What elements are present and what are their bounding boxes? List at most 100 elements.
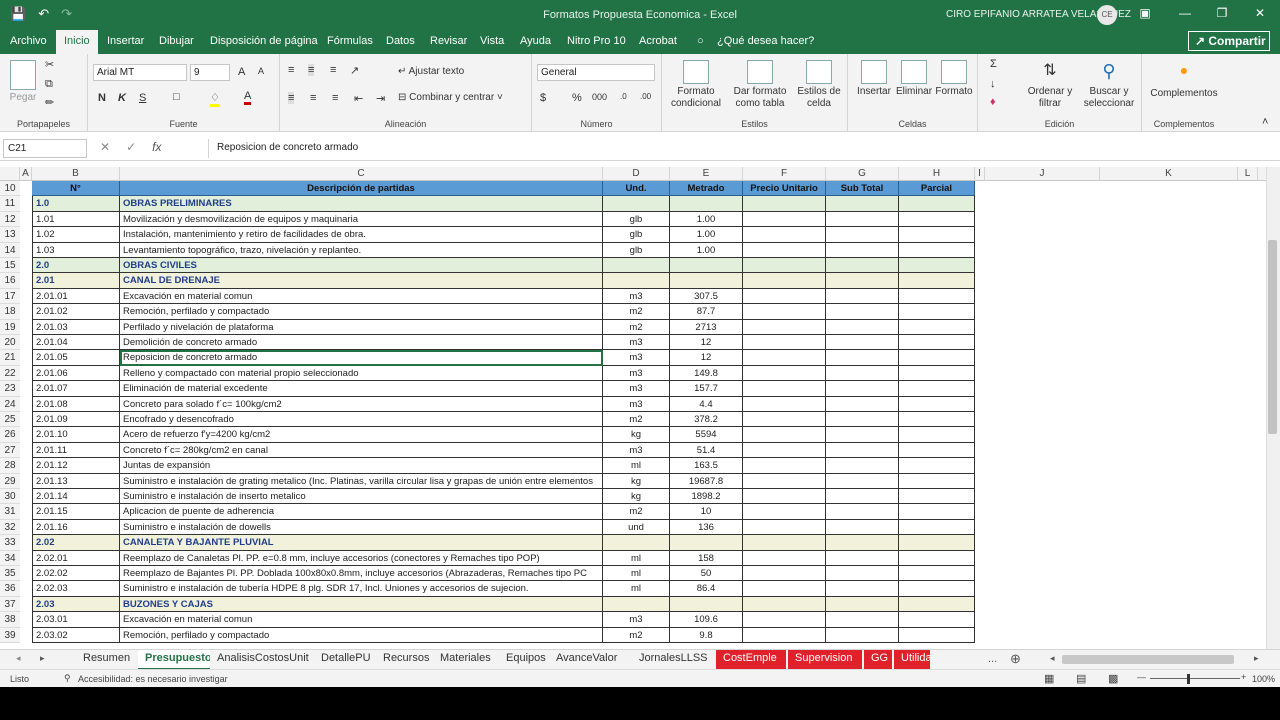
item-subtotal[interactable] (826, 612, 899, 628)
item-description[interactable]: Reemplazo de Bajantes Pl. PP. Doblada 10… (120, 566, 603, 582)
item-quantity[interactable]: 10 (670, 504, 743, 520)
item-subtotal[interactable] (826, 473, 899, 489)
item-unit[interactable]: glb (603, 211, 670, 228)
sheet-tab-utilida[interactable]: Utilida (894, 650, 930, 670)
item-unit-price[interactable] (743, 412, 826, 428)
item-quantity[interactable]: 12 (670, 335, 743, 351)
tab-archivo[interactable]: Archivo (10, 35, 47, 47)
item-description[interactable]: CANAL DE DRENAJE (120, 273, 603, 289)
column-header-h[interactable]: H (899, 167, 975, 181)
fill-color-icon[interactable]: ♢ (210, 91, 220, 107)
item-unit[interactable]: m3 (603, 396, 670, 412)
item-unit[interactable]: ml (603, 458, 670, 474)
item-description[interactable]: Excavación en material comun (120, 288, 603, 305)
decrease-decimal-icon[interactable]: .00 (640, 92, 651, 101)
row-header-27[interactable]: 27 (0, 442, 20, 459)
item-unit-price[interactable] (743, 442, 826, 459)
row-header-15[interactable]: 15 (0, 258, 20, 274)
item-unit-price[interactable] (743, 319, 826, 335)
item-description[interactable]: BUZONES Y CAJAS (120, 596, 603, 613)
row-header-14[interactable]: 14 (0, 242, 20, 258)
horizontal-scrollbar[interactable] (1062, 655, 1234, 664)
fill-icon[interactable]: ↓ (990, 78, 996, 90)
item-number[interactable]: 2.01.07 (32, 381, 120, 397)
sheet-tab-resumen[interactable]: Resumen (76, 650, 138, 670)
row-header-29[interactable]: 29 (0, 473, 20, 489)
tab-ayuda[interactable]: Ayuda (520, 35, 551, 47)
row-header-30[interactable]: 30 (0, 489, 20, 505)
item-subtotal[interactable] (826, 258, 899, 274)
decrease-indent-icon[interactable]: ⇤ (354, 92, 363, 105)
tab-insertar[interactable]: Insertar (107, 35, 144, 47)
scrollbar-thumb[interactable] (1268, 240, 1277, 434)
row-header-34[interactable]: 34 (0, 550, 20, 566)
comma-style-icon[interactable]: 000 (592, 92, 607, 102)
item-partial[interactable] (899, 412, 975, 428)
item-description[interactable]: Concreto f´c= 280kg/cm2 en canal (120, 442, 603, 459)
row-header-10[interactable]: 10 (0, 181, 20, 197)
item-unit-price[interactable] (743, 489, 826, 505)
item-subtotal[interactable] (826, 504, 899, 520)
item-unit[interactable]: kg (603, 473, 670, 489)
sheet-tab-jornalesllss[interactable]: JornalesLLSS (632, 650, 712, 670)
item-number[interactable]: 2.03.01 (32, 612, 120, 628)
item-subtotal[interactable] (826, 566, 899, 582)
item-number[interactable]: 2.02 (32, 535, 120, 551)
maximize-icon[interactable]: ❐ (1212, 6, 1232, 20)
increase-indent-icon[interactable]: ⇥ (376, 92, 385, 105)
item-unit-price[interactable] (743, 365, 826, 382)
item-partial[interactable] (899, 288, 975, 305)
row-header-21[interactable]: 21 (0, 350, 20, 366)
item-partial[interactable] (899, 489, 975, 505)
clear-icon[interactable]: ♦ (990, 96, 996, 108)
item-unit[interactable] (603, 273, 670, 289)
select-all-corner[interactable] (0, 167, 20, 181)
hscroll-left-icon[interactable]: ◂ (1050, 653, 1055, 664)
more-sheets-icon[interactable]: ... (988, 653, 997, 665)
item-unit[interactable]: glb (603, 242, 670, 258)
item-description[interactable]: Suministro e instalación de grating meta… (120, 473, 603, 489)
item-subtotal[interactable] (826, 273, 899, 289)
item-unit-price[interactable] (743, 350, 826, 366)
row-header-37[interactable]: 37 (0, 596, 20, 613)
add-sheet-icon[interactable]: ⊕ (1010, 651, 1021, 667)
sheet-tab-materiales[interactable]: Materiales (433, 650, 499, 670)
item-subtotal[interactable] (826, 319, 899, 335)
row-header-13[interactable]: 13 (0, 227, 20, 243)
item-unit-price[interactable] (743, 211, 826, 228)
item-unit[interactable]: m2 (603, 304, 670, 320)
formula-input[interactable]: Reposicion de concreto armado (208, 139, 1276, 158)
item-partial[interactable] (899, 350, 975, 366)
item-description[interactable]: Acero de refuerzo f'y=4200 kg/cm2 (120, 427, 603, 443)
fx-icon[interactable]: fx (152, 140, 161, 154)
item-unit-price[interactable] (743, 458, 826, 474)
item-quantity[interactable]: 2713 (670, 319, 743, 335)
close-icon[interactable]: ✕ (1250, 6, 1270, 20)
autosum-icon[interactable]: Σ (990, 58, 997, 70)
item-subtotal[interactable] (826, 365, 899, 382)
item-number[interactable]: 2.01.13 (32, 473, 120, 489)
item-subtotal[interactable] (826, 427, 899, 443)
item-unit[interactable]: m3 (603, 612, 670, 628)
item-unit[interactable]: m2 (603, 412, 670, 428)
item-description[interactable]: Concreto para solado f´c= 100kg/cm2 (120, 396, 603, 412)
item-description[interactable]: Remoción, perfilado y compactado (120, 627, 603, 643)
item-unit[interactable]: kg (603, 427, 670, 443)
cell-styles-button[interactable]: Estilos de celda (792, 60, 846, 110)
item-subtotal[interactable] (826, 288, 899, 305)
item-number[interactable]: 1.01 (32, 211, 120, 228)
tell-me-search[interactable]: ¿Qué desea hacer? (717, 35, 814, 47)
column-header-d[interactable]: D (603, 167, 670, 181)
item-partial[interactable] (899, 396, 975, 412)
item-description[interactable]: CANALETA Y BAJANTE PLUVIAL (120, 535, 603, 551)
item-quantity[interactable] (670, 596, 743, 613)
item-number[interactable]: 1.02 (32, 227, 120, 243)
row-header-32[interactable]: 32 (0, 519, 20, 536)
sheet-tab-equipos[interactable]: Equipos (499, 650, 549, 670)
item-partial[interactable] (899, 319, 975, 335)
format-painter-icon[interactable]: ✏ (45, 96, 54, 109)
wrap-text-button[interactable]: ↵ Ajustar texto (398, 66, 464, 77)
item-unit-price[interactable] (743, 227, 826, 243)
align-right-icon[interactable]: ≡ (332, 92, 338, 104)
share-button[interactable]: ↗ Compartir (1188, 31, 1270, 51)
